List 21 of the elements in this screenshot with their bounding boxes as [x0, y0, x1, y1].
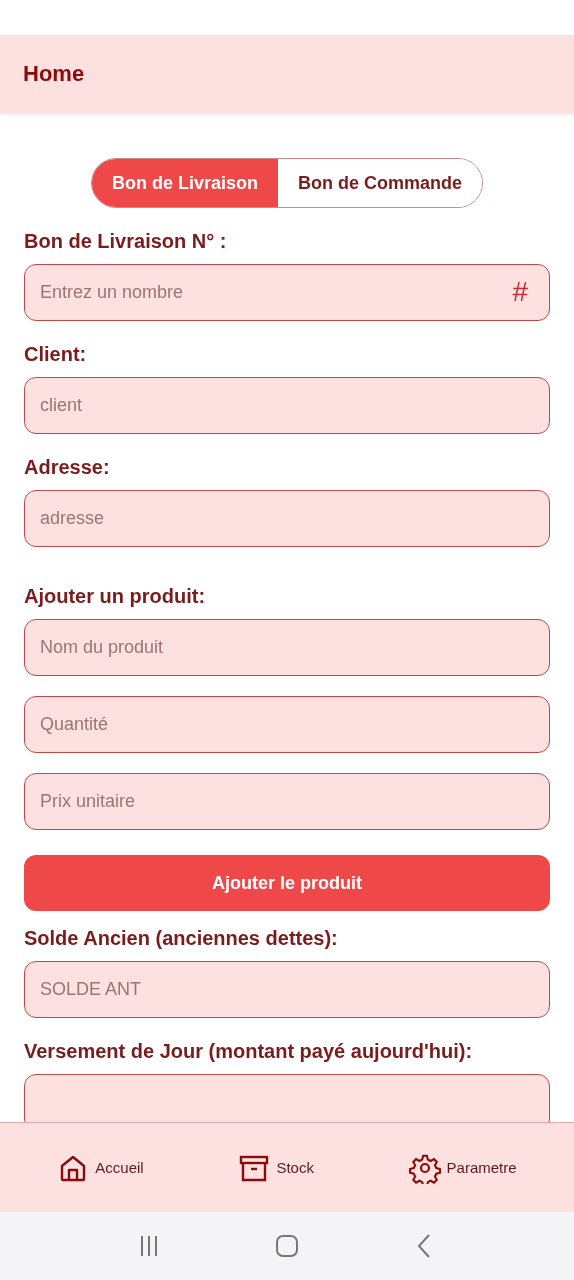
- nav-item[interactable]: Stock: [238, 1151, 314, 1184]
- field-label: Adresse:: [24, 455, 111, 480]
- field-label: Ajouter un produit:: [24, 584, 207, 609]
- field-label: Solde Ancien (anciennes dettes):: [24, 926, 339, 951]
- home-button-icon[interactable]: [273, 1232, 301, 1260]
- field-label: Bon de Livraison N° :: [24, 229, 228, 254]
- field-label: Versement de Jour (montant payé aujourd'hui):: [24, 1039, 474, 1064]
- nav-item[interactable]: Parametre: [408, 1151, 517, 1184]
- input-field[interactable]: client: [24, 377, 550, 434]
- tab[interactable]: Bon de Livraison: [91, 159, 278, 207]
- input-field[interactable]: Nom du produit: [24, 619, 550, 676]
- input-field[interactable]: SOLDE ANT: [24, 961, 550, 1018]
- input-field[interactable]: Quantité: [24, 696, 550, 753]
- field-label: Client:: [24, 342, 88, 367]
- hash-icon: #: [512, 276, 528, 308]
- input-field[interactable]: [24, 1074, 550, 1122]
- page-title: Home: [23, 61, 85, 87]
- nav-item[interactable]: Accueil: [57, 1151, 144, 1184]
- add-product-button[interactable]: Ajouter le produit: [24, 855, 550, 911]
- input-field[interactable]: adresse: [24, 490, 550, 547]
- input-field[interactable]: Prix unitaire: [24, 773, 550, 830]
